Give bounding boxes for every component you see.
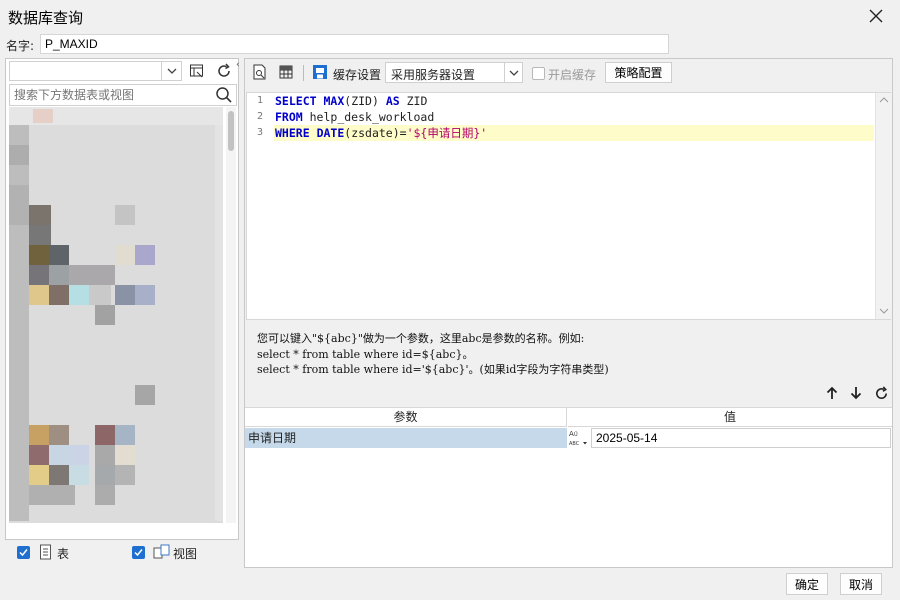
search-icon (216, 87, 232, 103)
check-icon (19, 549, 28, 557)
table-search-box[interactable] (9, 84, 237, 106)
cancel-button[interactable]: 取消 (840, 573, 882, 595)
ok-button[interactable]: 确定 (786, 573, 828, 595)
refresh-params-button[interactable] (870, 382, 892, 404)
window-title: 数据库查询 (8, 9, 84, 27)
table-tree-blurred[interactable] (9, 107, 223, 523)
param-help-text: 您可以键入"${abc}"做为一个参数，这里abc是参数的名称。例如: sele… (257, 331, 877, 378)
refresh-icon (218, 63, 230, 77)
cache-settings-icon-button[interactable] (309, 61, 331, 83)
abc-type-icon[interactable]: A Ü ABC (568, 428, 590, 448)
table-edit-icon (190, 64, 203, 78)
table-search-input[interactable] (10, 85, 210, 105)
cache-mode-value: 采用服务器设置 (391, 68, 476, 82)
view-filter-label: 视图 (173, 547, 198, 561)
code-line[interactable]: FROM help_desk_workload (274, 109, 874, 125)
line-number: 2 (256, 111, 264, 122)
table-filter-checkbox[interactable] (17, 546, 30, 559)
move-up-button[interactable] (821, 382, 843, 404)
param-name-cell[interactable]: 申请日期 (245, 428, 567, 448)
help-line: select * from table where id='${abc}'。(如… (257, 363, 609, 376)
line-number: 1 (256, 95, 264, 106)
collapse-arrow-icon[interactable]: ‹ (236, 60, 240, 82)
code-line[interactable]: SELECT MAX(ZID) AS ZID (274, 93, 874, 109)
cache-icon (313, 65, 327, 79)
name-row: 名字: (0, 33, 900, 55)
tree-horizontal-scrollbar[interactable] (9, 525, 223, 535)
tree-vertical-scrollbar[interactable] (226, 107, 236, 523)
sql-editor[interactable]: 1 2 3 SELECT MAX(ZID) AS ZID FROM help_d… (246, 92, 891, 320)
editor-vertical-scrollbar[interactable] (875, 93, 891, 319)
cache-settings-label: 缓存设置 (333, 68, 382, 82)
arrow-down-icon (850, 387, 862, 400)
scroll-down-icon (879, 308, 889, 314)
preview-icon (253, 64, 266, 80)
help-line: select * from table where id=${abc}。 (257, 347, 474, 361)
strategy-config-button[interactable]: 策略配置 (605, 62, 672, 83)
param-value-input[interactable] (591, 428, 891, 448)
chevron-down-icon[interactable] (161, 62, 181, 80)
object-filter-row: 表 视图 (5, 541, 239, 565)
param-name-header: 参数 (245, 408, 567, 427)
param-value-header: 值 (568, 408, 892, 427)
table-row[interactable]: 申请日期 A Ü ABC (245, 428, 892, 448)
svg-text:Ü: Ü (574, 431, 578, 438)
close-icon (869, 9, 883, 23)
view-icon (153, 544, 170, 559)
database-table-icon (279, 65, 293, 79)
datasource-select[interactable] (9, 61, 182, 81)
toolbar-divider (303, 65, 304, 81)
sql-format-button[interactable] (275, 61, 297, 83)
refresh-button[interactable] (213, 60, 235, 82)
name-input[interactable] (40, 34, 669, 54)
code-line[interactable]: WHERE DATE(zsdate)='${申请日期}' (274, 125, 874, 141)
svg-text:ABC: ABC (569, 441, 580, 447)
move-down-button[interactable] (845, 382, 867, 404)
close-button[interactable] (860, 2, 892, 30)
query-editor-panel: 缓存设置 采用服务器设置 开启缓存 策略配置 1 2 3 SELECT MAX(… (244, 58, 893, 568)
editor-toolbar: 缓存设置 采用服务器设置 开启缓存 策略配置 (245, 59, 892, 87)
scroll-up-icon (879, 97, 889, 103)
enable-cache-label: 开启缓存 (548, 68, 597, 82)
line-number: 3 (256, 127, 264, 138)
help-line: 您可以键入"${abc}"做为一个参数，这里abc是参数的名称。例如: (257, 332, 585, 345)
title-bar: 数据库查询 (0, 0, 900, 32)
parameter-table: 参数 值 申请日期 A Ü ABC (245, 407, 892, 567)
refresh-icon (875, 385, 887, 399)
table-browser-panel: ‹ (5, 58, 240, 540)
scroll-thumb[interactable] (228, 111, 234, 151)
sql-code[interactable]: SELECT MAX(ZID) AS ZID FROM help_desk_wo… (274, 93, 874, 141)
enable-cache-checkbox[interactable] (532, 67, 545, 80)
preview-button[interactable] (249, 61, 271, 83)
sql-refresh-tables-button[interactable] (186, 60, 208, 82)
line-number-gutter: 1 2 3 (247, 93, 273, 319)
cache-mode-select[interactable]: 采用服务器设置 (385, 62, 523, 83)
chevron-down-icon[interactable] (504, 63, 522, 82)
view-filter-checkbox[interactable] (132, 546, 145, 559)
arrow-up-icon (826, 386, 838, 399)
check-icon (134, 549, 143, 557)
table-filter-label: 表 (57, 547, 70, 561)
name-label: 名字: (6, 39, 35, 53)
table-doc-icon (40, 544, 51, 560)
